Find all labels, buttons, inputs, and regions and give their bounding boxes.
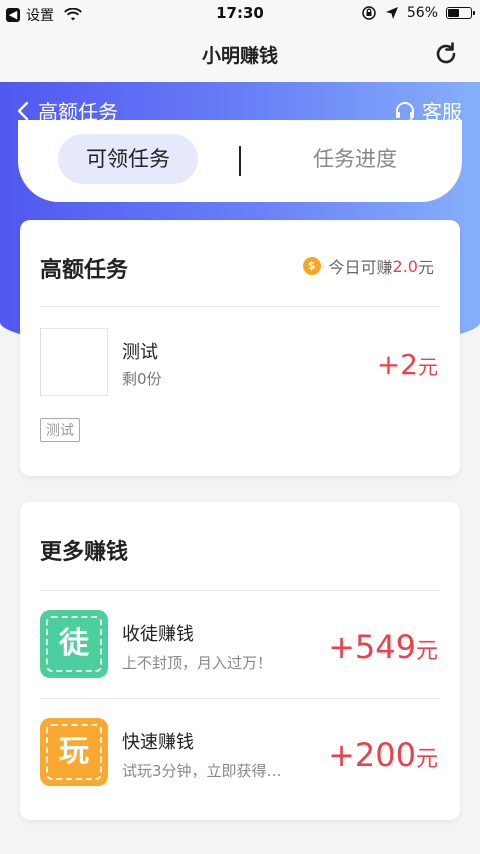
location-icon [385, 7, 398, 19]
task-reward[interactable]: +2元 [377, 348, 438, 381]
divider [40, 698, 440, 699]
list-item-name: 快速赚钱 [122, 732, 194, 753]
list-item-name: 收徒赚钱 [122, 624, 194, 645]
list-item-reward: +549元 [328, 628, 438, 666]
reward-unit: 元 [415, 639, 438, 664]
reward-value: +200 [328, 736, 416, 774]
nav-bar: 小明赚钱 [0, 28, 480, 83]
apprentice-icon-glyph: 徒 [46, 616, 102, 672]
battery-icon [446, 7, 475, 19]
chevron-left-icon [17, 101, 29, 120]
list-item-desc: 上不封顶，月入过万！ [122, 654, 273, 672]
task-remaining: 剩0份 [122, 370, 162, 388]
page-title: 小明赚钱 [201, 45, 278, 67]
task-tag: 测试 [40, 418, 80, 442]
tab-switcher: 可领任务 任务进度 [18, 120, 462, 202]
task-reward-value: +2 [376, 348, 418, 381]
rotation-lock-icon [362, 6, 376, 20]
tab-task-progress[interactable]: 任务进度 [280, 134, 430, 184]
more-earnings-title: 更多赚钱 [40, 540, 129, 565]
reward-unit: 元 [415, 747, 438, 772]
play-icon: 玩 [40, 718, 108, 786]
more-earnings-card: 更多赚钱 徒 收徒赚钱 上不封顶，月入过万！ +549元 玩 快速赚钱 试玩3分… [20, 502, 460, 820]
coin-icon: $ [302, 257, 321, 275]
list-item-desc: 试玩3分钟，立即获得… [122, 762, 282, 780]
battery-fill [448, 9, 459, 17]
task-name[interactable]: 测试 [122, 338, 158, 364]
reward-value: +549 [328, 628, 416, 666]
divider [40, 590, 440, 591]
task-thumbnail[interactable] [40, 328, 108, 396]
earn-today: $ 今日可赚 2.0 元 [302, 254, 434, 278]
tab-available-tasks[interactable]: 可领任务 [58, 134, 198, 184]
high-reward-card: 高额任务 $ 今日可赚 2.0 元 测试 剩0份 +2元 测试 [20, 220, 460, 476]
earn-today-label: 今日可赚 [328, 258, 393, 277]
status-bar: ◀ 设置 17:30 56% [0, 0, 480, 28]
earn-today-unit: 元 [417, 258, 434, 277]
apprentice-icon: 徒 [40, 610, 108, 678]
divider [40, 306, 440, 307]
refresh-icon[interactable] [432, 40, 460, 68]
earn-today-amount: 2.0 [392, 256, 418, 276]
headset-icon [396, 101, 414, 122]
high-reward-title: 高额任务 [40, 258, 129, 283]
tab-divider [239, 146, 241, 176]
task-reward-unit: 元 [418, 355, 438, 379]
play-icon-glyph: 玩 [46, 724, 102, 780]
battery-percent: 56% [406, 5, 438, 21]
list-item-reward: +200元 [328, 736, 438, 774]
